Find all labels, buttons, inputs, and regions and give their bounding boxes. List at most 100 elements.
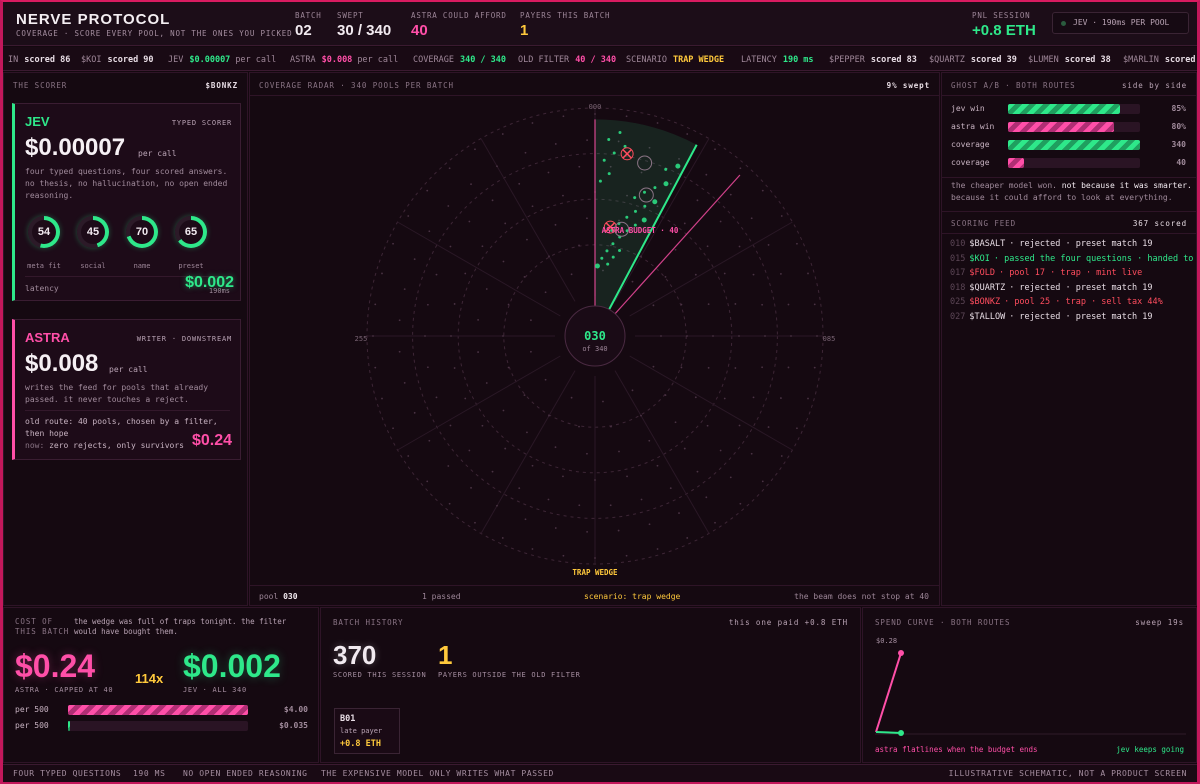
divider: [250, 585, 939, 586]
pool-dot: [507, 366, 510, 369]
pool-dot: [705, 173, 708, 176]
pool-dot: [374, 303, 377, 306]
radar-swept: 9% swept: [886, 81, 930, 90]
pool-dot: [686, 335, 688, 337]
pool-dot: [780, 215, 783, 217]
feed-item[interactable]: 027 $TALLOW · rejected · preset match 19: [950, 312, 1152, 322]
cost-astra-sub: ASTRA · CAPPED AT 40: [15, 686, 114, 694]
pool-dot: [449, 245, 452, 248]
pool-dot: [485, 382, 488, 384]
pool-dot: [761, 303, 764, 306]
ticker-item: SCENARIO TRAP WEDGE: [626, 55, 725, 65]
ghost-header: GHOST A/B · BOTH ROUTES: [951, 81, 1076, 90]
spend-curve-chart: [875, 650, 1186, 736]
feed-item[interactable]: 015 $KOI · passed the four questions · han…: [950, 254, 1196, 264]
pool-dot: [413, 258, 416, 261]
pool-dot: [372, 335, 374, 337]
pool-dot: [554, 223, 557, 226]
jev-card[interactable]: JEV TYPED SCORER $0.00007 per call four …: [12, 103, 241, 301]
scoring-feed-list: 010 $BASALT · rejected · preset match 19 01…: [942, 239, 1196, 339]
per-row-fill: [68, 705, 248, 715]
pool-dot: [664, 394, 667, 397]
pool-dot: [578, 504, 581, 507]
radar-spoke: [629, 221, 793, 317]
pool-dot: [501, 133, 504, 135]
pool-dot: [435, 396, 438, 399]
pool-dot: [531, 464, 534, 467]
feed-item[interactable]: 017 $FOLD · pool 17 · trap · mint live: [950, 268, 1142, 278]
score-ring-label: social: [80, 262, 106, 270]
feed-header: SCORING FEED: [951, 219, 1016, 228]
ticker-item: $LUMEN scored 38: [1028, 55, 1111, 65]
ghost-row-fill: [1008, 104, 1121, 114]
scored-pool-dot: [598, 179, 602, 183]
pool-dot: [477, 351, 479, 353]
pool-dot: [504, 222, 507, 225]
pool-dot: [470, 183, 472, 186]
astra-card[interactable]: ASTRA WRITER · DOWNSTREAM $0.008 per cal…: [12, 319, 241, 460]
pool-dot: [453, 303, 456, 305]
pool-dot: [428, 230, 431, 233]
footer-item: NO OPEN ENDED REASONING: [183, 769, 308, 778]
pool-dot: [780, 273, 782, 275]
pool-dot: [696, 470, 699, 473]
astra-description: writes the feed for pools that already p…: [25, 383, 209, 404]
pool-dot: [656, 464, 659, 467]
pool-dot: [750, 217, 753, 220]
pool-dot: [448, 167, 451, 170]
pool-dot: [807, 272, 809, 275]
pool-dot: [796, 427, 798, 430]
batch-card[interactable]: B01 late payer +0.8 ETH: [334, 708, 400, 754]
pool-dot: [548, 255, 550, 258]
pool-dot: [586, 452, 588, 455]
pool-dot: [435, 273, 438, 276]
pool-dot: [669, 487, 672, 490]
pool-dot: [706, 424, 709, 427]
ghost-row-label: jev win: [951, 104, 985, 113]
spend-header: SPEND CURVE · BOTH ROUTES: [875, 618, 1011, 627]
jev-status-pill[interactable]: JEV · 190ms PER POOL: [1052, 12, 1189, 34]
radar-spoke: [397, 221, 561, 317]
jev-tag: TYPED SCORER: [171, 119, 232, 127]
pool-dot: [723, 397, 726, 400]
pool-dot: [640, 498, 643, 501]
pool-dot: [547, 498, 550, 501]
scored-pool-dot: [600, 256, 604, 260]
scored-pool-dot: [618, 248, 622, 252]
per-row-label: per 500: [15, 721, 49, 730]
scored-pool-dot: [643, 204, 647, 208]
scorer-token: $BONKZ: [205, 81, 238, 90]
pool-dot: [738, 245, 741, 248]
feed-item[interactable]: 010 $BASALT · rejected · preset match 19: [950, 239, 1152, 249]
astra-price: $0.008: [25, 350, 99, 377]
pool-dot: [640, 255, 642, 258]
divider: [942, 211, 1196, 212]
astra-now: now: zero rejects, only survivors: [25, 441, 184, 450]
pool-dot: [428, 439, 431, 442]
ghost-row-fill: [1008, 140, 1140, 150]
pool-dot: [656, 122, 659, 124]
feed-item[interactable]: 025 $BONKZ · pool 25 · trap · sell tax 44%: [950, 297, 1163, 307]
pool-dot: [586, 530, 589, 533]
pool-dot: [586, 139, 589, 142]
pool-dot: [648, 523, 651, 526]
score-ring: 45: [77, 216, 109, 248]
pool-dot: [531, 205, 534, 208]
pool-dot: [752, 396, 755, 399]
feed-count: 367 scored: [1132, 219, 1187, 228]
scored-pool-dot: [625, 215, 629, 219]
radar-footer-pool: pool 030: [259, 592, 298, 601]
pool-dot: [531, 548, 534, 550]
ticker-strip: IN scored 86 $KOI scored 90 JEV $0.00007 per c…: [3, 47, 1197, 71]
latency-cost-overlay: $0.002: [185, 274, 234, 291]
coverage-radar[interactable]: 030 of 340 000 085 255 ASTRA BUDGET · 40 TRAP …: [250, 96, 939, 584]
ghost-note: the cheaper model won. not because it wa…: [951, 181, 1192, 202]
feed-item[interactable]: 018 $QUARTZ · rejected · preset match 19: [950, 283, 1152, 293]
pool-dot: [531, 122, 534, 124]
pool-dot: [502, 335, 504, 337]
pool-dot: [407, 215, 410, 217]
jev-unit: per call: [138, 149, 177, 158]
score-ring: 65: [175, 216, 207, 248]
pool-dot: [705, 496, 708, 499]
footer-item: THE EXPENSIVE MODEL ONLY WRITES WHAT PAS…: [321, 769, 554, 778]
